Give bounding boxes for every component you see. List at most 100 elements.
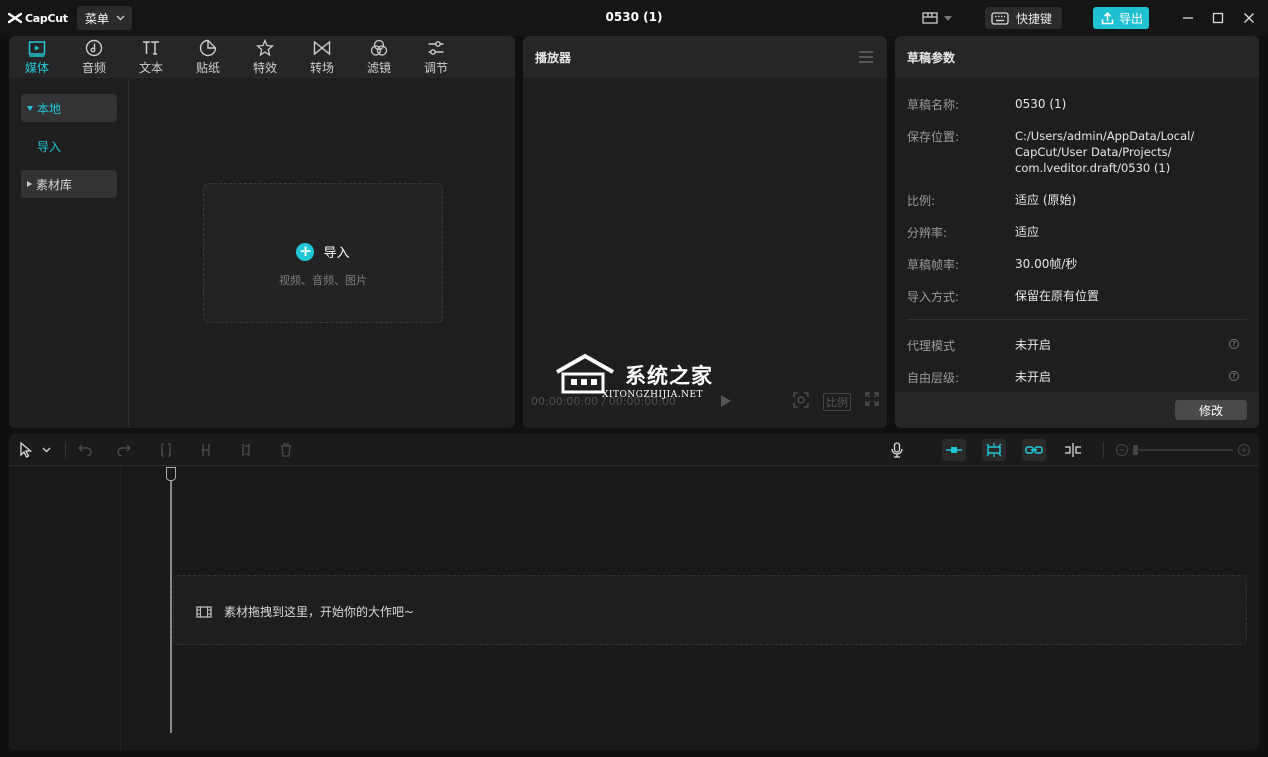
chevron-down-icon [944,15,952,21]
tab-label: 文本 [138,61,163,75]
tab-label: 调节 [423,61,448,75]
sidebar-item-label: 本地 [37,101,62,116]
draft-title: 草稿参数 [907,50,956,65]
title-bar [0,0,1268,36]
main-track-magnet-toggle[interactable] [982,439,1006,461]
magnet-icon [986,443,1002,457]
row-label: 代理模式 [907,339,956,353]
tab-audio[interactable]: 音频 [72,39,116,77]
split-icon[interactable] [157,441,175,459]
hamburger-menu-icon[interactable] [859,51,873,63]
help-icon[interactable]: ? [1229,371,1239,381]
row-label: 自由层级: [907,371,960,385]
timeline-drop-area[interactable]: 素材拖拽到这里，开始你的大作吧~ [173,575,1247,645]
tab-effects[interactable]: 特效 [243,39,287,77]
help-icon[interactable]: ? [1229,339,1239,349]
tab-label: 特效 [252,61,277,75]
tab-filter[interactable]: 滤镜 [357,39,401,77]
preview-axis-icon[interactable] [1064,441,1082,459]
player-title: 播放器 [535,50,572,65]
import-label: 导入 [323,246,350,261]
auto-snap-toggle[interactable] [942,439,966,461]
chevron-down-icon [116,15,125,21]
sidebar-item-library[interactable]: 素材库 [21,170,117,198]
row-label: 分辨率: [907,226,948,240]
text-icon [143,41,159,55]
capcut-logo-icon [8,12,22,24]
tab-text[interactable]: 文本 [129,39,173,77]
layout-button[interactable] [922,10,956,26]
maximize-button[interactable] [1209,9,1227,27]
undo-icon[interactable] [76,441,94,459]
import-dropzone[interactable]: + 导入 视频、音频、图片 [203,183,443,323]
shortcut-button[interactable]: 快捷键 [985,7,1062,29]
logo-text: CapCut [25,11,68,25]
row-value: 30.00帧/秒 [1015,257,1078,271]
caret-down-icon [27,105,33,111]
tab-transition[interactable]: 转场 [300,39,344,77]
tab-label: 媒体 [24,61,49,75]
track-headers [9,467,121,750]
fit-view-icon[interactable] [793,392,809,411]
delete-icon[interactable] [277,441,295,459]
sidebar-item-import[interactable]: 导入 [21,132,117,160]
redo-icon[interactable] [115,441,133,459]
snap-icon [946,447,962,453]
sidebar-item-local[interactable]: 本地 [21,94,117,122]
microphone-icon[interactable] [888,441,906,459]
maximize-icon [1212,12,1224,24]
sidebar-item-label: 导入 [37,139,62,154]
timeline-panel: 素材拖拽到这里，开始你的大作吧~ [9,434,1259,750]
tab-sticker[interactable]: 贴纸 [186,39,230,77]
playhead-handle[interactable] [166,467,176,481]
tab-label: 转场 [309,61,334,75]
filter-icon [370,39,388,56]
shortcut-label: 快捷键 [1016,11,1053,26]
menu-label: 菜单 [85,11,110,26]
film-icon [196,605,212,618]
layout-icon [922,12,938,24]
close-button[interactable] [1240,9,1258,27]
zoom-slider[interactable] [1115,443,1251,457]
plus-icon: + [296,242,315,261]
playhead[interactable] [170,467,172,733]
tab-label: 音频 [81,61,106,75]
effects-icon [256,39,274,57]
transition-icon [313,40,331,56]
select-tool-icon[interactable] [17,441,35,459]
split-right-icon[interactable] [237,441,255,459]
drop-hint: 素材拖拽到这里，开始你的大作吧~ [196,603,414,620]
split-left-icon[interactable] [197,441,215,459]
menu-button[interactable]: 菜单 [77,6,132,30]
fullscreen-icon[interactable] [865,392,879,409]
import-hint: 视频、音频、图片 [279,274,367,287]
row-label: 比例: [907,194,936,208]
keyboard-icon [991,11,1009,25]
tab-media[interactable]: 媒体 [15,39,59,77]
export-button[interactable]: 导出 [1093,7,1149,29]
linkage-toggle[interactable] [1022,439,1046,461]
import-button[interactable]: + 导入 [204,242,442,261]
minimize-icon [1183,17,1193,19]
row-value: 适应 (原始) [1015,193,1077,207]
row-label: 保存位置: [907,130,960,144]
minimize-button[interactable] [1179,9,1197,27]
row-value: 未开启 [1015,370,1052,384]
timeline-toolbar [9,434,1259,466]
row-label: 草稿名称: [907,98,960,112]
divider [1103,442,1104,458]
tab-adjust[interactable]: 调节 [414,39,458,77]
ratio-button[interactable]: 比例 [823,393,851,411]
divider [907,319,1247,320]
modify-button[interactable]: 修改 [1175,400,1247,420]
row-value: 未开启 [1015,338,1052,352]
watermark: 系统之家 XITONGZHIJIA.NET [547,352,727,402]
export-label: 导出 [1119,11,1144,26]
player-panel: 播放器 00:00:00:00 / 00:00:00:00 比例 系统之家 XI… [523,36,887,428]
close-icon [1244,13,1254,23]
row-value: C:/Users/admin/AppData/Local/ CapCut/Use… [1015,129,1195,175]
chevron-down-icon[interactable] [39,441,53,459]
sticker-icon [199,39,217,57]
divider [65,442,66,458]
tab-label: 贴纸 [195,61,220,75]
